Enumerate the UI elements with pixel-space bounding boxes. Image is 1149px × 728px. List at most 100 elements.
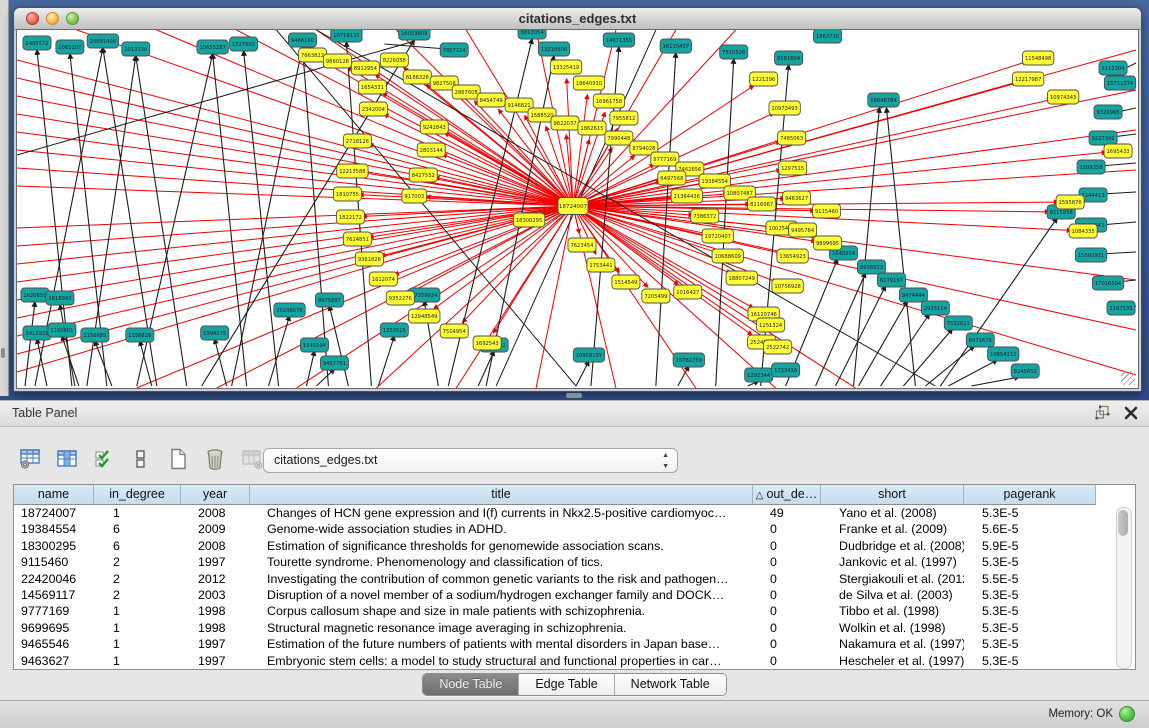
citation-edge-red[interactable]	[573, 130, 1136, 206]
graph-node[interactable]: 1150801	[48, 323, 76, 337]
graph-node[interactable]: 1753441	[587, 258, 615, 272]
graph-node[interactable]: 10719135	[331, 30, 362, 42]
citation-edge-black[interactable]	[886, 108, 915, 386]
table-row[interactable]: 969969511998Structural magnetic resonanc…	[14, 620, 1135, 636]
graph-node[interactable]: 8561604	[775, 51, 803, 65]
create-column-button[interactable]	[166, 447, 190, 471]
citation-edge-black[interactable]	[60, 305, 75, 386]
column-header-name[interactable]: name	[14, 485, 94, 505]
citation-network-graph[interactable]: 2405572106110720691406101313010655287152…	[17, 30, 1138, 388]
graph-node[interactable]: 8226058	[380, 53, 408, 67]
column-visibility-button[interactable]	[55, 447, 79, 471]
citation-edge-black[interactable]	[269, 316, 290, 386]
graph-node[interactable]: 8216067	[748, 197, 776, 211]
graph-node[interactable]: 1733426	[772, 363, 800, 377]
graph-node[interactable]: 7663822	[298, 48, 326, 62]
graph-node[interactable]: 1692543	[473, 336, 501, 350]
table-row[interactable]: 946554611997Estimation of the future num…	[14, 636, 1135, 652]
graph-node[interactable]: 15692931	[1075, 248, 1106, 262]
graph-hub-node[interactable]: 18724007	[558, 198, 588, 215]
graph-node[interactable]: 7205499	[642, 289, 670, 303]
graph-node[interactable]: 1514549	[612, 275, 640, 289]
citation-edge-red[interactable]	[567, 79, 573, 206]
graph-node[interactable]: 10974343	[1047, 90, 1078, 104]
graph-node[interactable]: 16115437	[660, 39, 691, 53]
graph-node[interactable]: 12217987	[1013, 72, 1044, 86]
citation-edge-red[interactable]	[573, 95, 587, 206]
graph-node[interactable]: 917003	[402, 189, 427, 203]
window-titlebar[interactable]: citations_edges.txt	[14, 8, 1141, 30]
graph-node[interactable]: 18807249	[726, 271, 757, 285]
graph-node[interactable]: 1595876	[1056, 195, 1084, 209]
graph-node[interactable]: 1016427	[674, 285, 702, 299]
graph-node[interactable]: 14671355	[603, 33, 634, 47]
graph-node[interactable]: 9495784	[789, 223, 817, 237]
delete-column-button[interactable]	[203, 447, 227, 471]
memory-status[interactable]: Memory: OK	[1048, 706, 1135, 722]
graph-node[interactable]: 8912954	[351, 61, 379, 75]
graph-node[interactable]: 6497568	[658, 171, 686, 185]
citation-edge-black[interactable]	[25, 302, 35, 386]
graph-node[interactable]: 7990448	[605, 131, 633, 145]
graph-node[interactable]: 7514954	[440, 324, 468, 338]
window-resize-grip[interactable]	[1121, 371, 1135, 385]
graph-node[interactable]: 1654331	[358, 80, 386, 94]
table-row[interactable]: 1872400712008Changes of HCN gene express…	[14, 505, 1135, 521]
tab-node-table[interactable]: Node Table	[423, 674, 519, 695]
graph-node[interactable]: 13218506	[538, 42, 569, 56]
network-window[interactable]: citations_edges.txt 24055721061107206914…	[13, 7, 1142, 392]
citation-edge-black[interactable]	[816, 273, 866, 386]
citation-edge-black[interactable]	[854, 108, 880, 386]
table-row[interactable]: 1830029562008Estimation of significance …	[14, 538, 1135, 554]
citation-edge-black[interactable]	[306, 351, 314, 386]
graph-node[interactable]: 7386372	[691, 209, 719, 223]
graph-node[interactable]: 7532621	[944, 316, 972, 330]
graph-node[interactable]: 9463627	[783, 191, 811, 205]
column-header-short[interactable]: short	[821, 485, 964, 505]
left-splitter[interactable]	[0, 0, 9, 396]
citation-edge-black[interactable]	[858, 301, 907, 386]
graph-node[interactable]: 9361826	[355, 252, 383, 266]
graph-node[interactable]: 10688609	[712, 249, 743, 263]
graph-node[interactable]: 2405572	[23, 36, 51, 50]
citation-edge-black[interactable]	[95, 341, 112, 386]
graph-node[interactable]: 2867608	[452, 85, 480, 99]
graph-node[interactable]: 20691406	[87, 34, 118, 48]
graph-node[interactable]: 7623454	[568, 238, 596, 252]
graph-node[interactable]: 2718126	[343, 134, 371, 148]
graph-node[interactable]: 2935114	[921, 301, 949, 315]
tab-edge-table[interactable]: Edge Table	[519, 674, 614, 695]
graph-node[interactable]: 20206576	[274, 303, 305, 317]
row-selection-button[interactable]	[92, 447, 116, 471]
column-header-pagerank[interactable]: pagerank	[964, 485, 1096, 505]
table-settings-button[interactable]	[18, 447, 42, 471]
citation-edge-black[interactable]	[329, 306, 348, 386]
graph-node[interactable]: 2620659	[21, 288, 49, 302]
graph-node[interactable]: 10655287	[197, 40, 228, 54]
graph-node[interactable]: 10973493	[769, 101, 800, 115]
graph-node[interactable]: 1013130	[122, 42, 150, 56]
graph-node[interactable]: 9822037	[551, 116, 579, 130]
graph-node[interactable]: 13325419	[550, 60, 581, 74]
graph-node[interactable]: 1612074	[369, 272, 397, 286]
left-splitter-handle[interactable]	[1, 348, 5, 358]
graph-node[interactable]: 17016504	[1092, 276, 1123, 290]
scrollbar-thumb[interactable]	[1118, 510, 1128, 536]
graph-node[interactable]: 1156689	[81, 328, 109, 342]
graph-node[interactable]: 1084335	[1069, 224, 1097, 238]
graph-node[interactable]: 1209358	[1077, 160, 1105, 174]
graph-node[interactable]: 9860128	[323, 54, 351, 68]
graph-node[interactable]: 1167533	[1107, 301, 1135, 315]
panel-splitter-handle[interactable]	[566, 393, 582, 398]
graph-node[interactable]: 7624851	[343, 232, 371, 246]
graph-node[interactable]: 9474444	[899, 288, 927, 302]
graph-node[interactable]: 3913931	[23, 326, 51, 340]
graph-node[interactable]: 18640910	[573, 76, 604, 90]
graph-node[interactable]: 2342004	[359, 102, 387, 116]
graph-node[interactable]: 16961758	[593, 94, 624, 108]
citation-edge-black[interactable]	[478, 351, 494, 386]
graph-node[interactable]: 10958197	[573, 348, 604, 362]
graph-node[interactable]: 1221396	[750, 72, 778, 86]
float-panel-icon[interactable]	[1095, 405, 1111, 421]
citation-edge-black[interactable]	[971, 377, 1019, 386]
